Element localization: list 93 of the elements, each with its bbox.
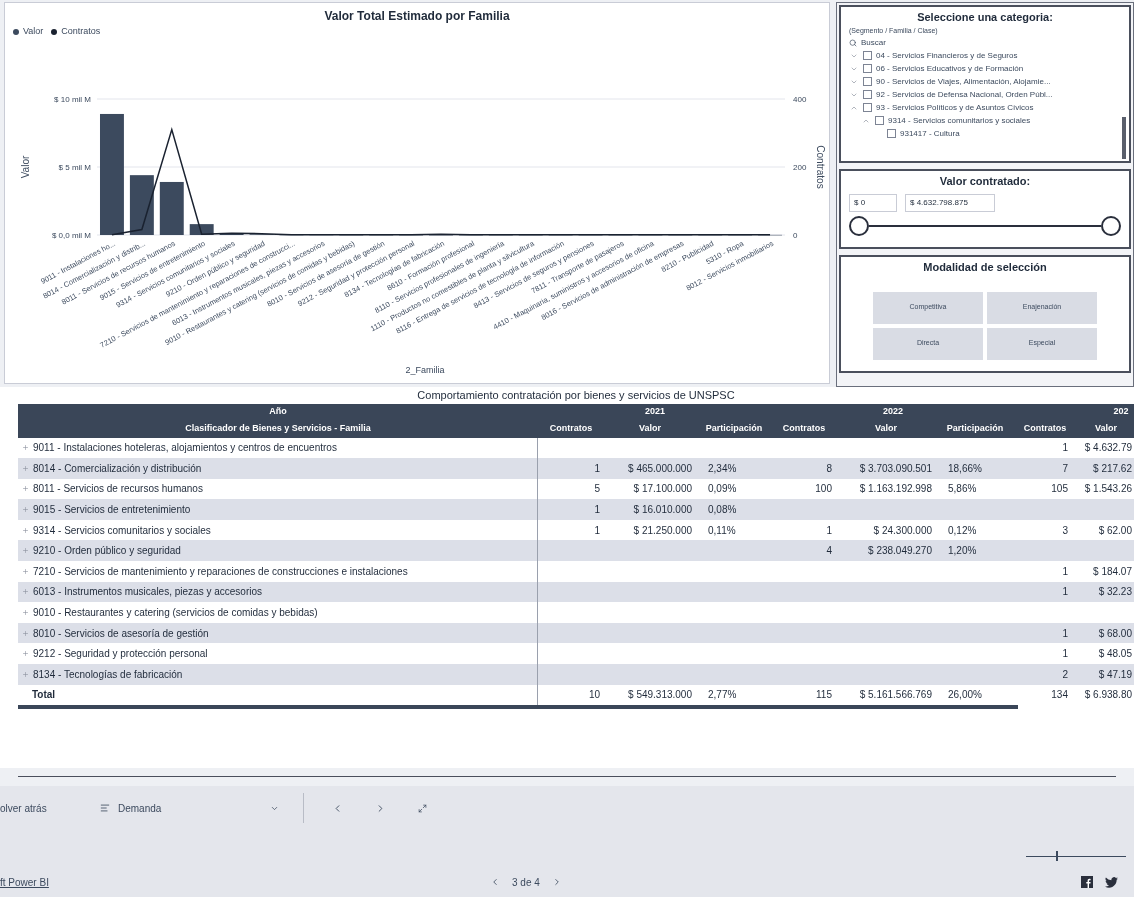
row-label: 7210 - Servicios de mantenimiento y reparaciones de construcciones e instalaciones xyxy=(33,564,408,579)
table-cell-text: 1 xyxy=(1062,564,1068,579)
table-cell-text: $ 465.000.000 xyxy=(628,461,692,476)
table-cell-text: $ 1.543.26 xyxy=(1084,482,1132,497)
column-header: 2021 xyxy=(645,404,665,418)
column-header: 2022 xyxy=(883,404,903,418)
table-cell-text: $ 21.250.000 xyxy=(633,523,692,538)
row-label: 9212 - Seguridad y protección personal xyxy=(33,647,208,662)
table-cell-text: 115 xyxy=(816,688,832,703)
column-header: 202 xyxy=(1113,404,1129,418)
table-cell-text: 1,20% xyxy=(948,544,977,559)
legend-label: Valor xyxy=(23,25,44,38)
table-cell-text: $ 3.703.090.501 xyxy=(859,461,932,476)
row-label: Total xyxy=(32,688,56,703)
table-cell-text: 18,66% xyxy=(948,461,982,476)
table-cell-text: $ 17.100.000 xyxy=(633,482,692,497)
column-header: Contratos xyxy=(549,421,593,435)
table-cell-text: 1 xyxy=(594,503,600,518)
table-cell-text: 134 xyxy=(1051,688,1068,703)
table-cell-text: 1 xyxy=(594,523,600,538)
column-header: Valor xyxy=(875,421,897,435)
table-cell-text: 0,11% xyxy=(708,523,736,538)
row-label: 9011 - Instalaciones hoteleras, alojamientos y centros de encuentros xyxy=(33,441,337,456)
y-tick-label: 200 xyxy=(793,162,807,172)
table-cell-text: $ 5.161.566.769 xyxy=(859,688,932,703)
y-axis-title: Valor xyxy=(20,155,31,178)
column-header: Contratos xyxy=(782,421,826,435)
row-label: 8134 - Tecnologías de fabricación xyxy=(33,667,183,682)
row-label: 6013 - Instrumentos musicales, piezas y accesorios xyxy=(33,585,262,600)
table-cell-text: $ 1.163.192.998 xyxy=(859,482,932,497)
table-cell-text: 0,09% xyxy=(708,482,737,497)
table-cell-text: $ 24.300.000 xyxy=(873,523,932,538)
table-cell-text: $ 217.62 xyxy=(1093,461,1132,476)
slicer-title: Valor contratado: xyxy=(939,174,1031,189)
table-cell-text: 2,77% xyxy=(708,688,737,703)
table-title: Comportamiento contratación por bienes y servicios de UNSPSC xyxy=(417,388,735,403)
table-cell-text: 1 xyxy=(1062,441,1068,456)
table-cell-text: 1 xyxy=(1062,585,1068,600)
page-indicator: 3 de 4 xyxy=(512,875,540,890)
table-cell-text: 1 xyxy=(594,461,600,476)
row-label: 9010 - Restaurantes y catering (servicios de comidas y bebidas) xyxy=(33,606,318,621)
table-cell-text: $ 16.010.000 xyxy=(633,503,692,518)
column-header: Valor xyxy=(639,421,661,435)
chart-title: Valor Total Estimado por Familia xyxy=(324,8,510,25)
row-label: 8011 - Servicios de recursos humanos xyxy=(33,482,203,497)
row-label: 8014 - Comercialización y distribución xyxy=(33,461,202,476)
table-cell-text: $ 62.00 xyxy=(1098,523,1132,538)
column-header: Participación xyxy=(705,421,763,435)
table-cell-text: $ 6.938.80 xyxy=(1084,688,1132,703)
table-cell-text: $ 47.19 xyxy=(1098,667,1132,682)
legend-label: Contratos xyxy=(61,25,101,38)
table-cell-text: 0,12% xyxy=(948,523,977,538)
y-tick-label: 0 xyxy=(793,230,798,240)
table-cell-text: 105 xyxy=(1051,482,1068,497)
table-cell-text: 4 xyxy=(826,544,832,559)
column-header: Contratos xyxy=(1023,421,1067,435)
table-cell-text: 26,00% xyxy=(948,688,982,703)
table-cell-text: 100 xyxy=(815,482,832,497)
row-label: 9210 - Orden público y seguridad xyxy=(33,544,181,559)
table-cell-text: $ 4.632.79 xyxy=(1084,441,1132,456)
column-header: Clasificador de Bienes y Servicios - Familia xyxy=(185,421,371,435)
y-tick-label: $ 10 mil M xyxy=(54,94,91,104)
slicer-title: Seleccione una categoria: xyxy=(917,10,1053,25)
table-cell-text: 5,86% xyxy=(948,482,977,497)
table-cell-text: $ 184.07 xyxy=(1093,564,1132,579)
table-cell-text: $ 549.313.000 xyxy=(628,688,692,703)
column-header: Participación xyxy=(946,421,1004,435)
table-cell-text: 10 xyxy=(588,688,600,703)
table-cell-text: $ 32.23 xyxy=(1098,585,1132,600)
table-cell-text: 1 xyxy=(1062,626,1068,641)
row-label: 8010 - Servicios de asesoría de gestión xyxy=(33,626,209,641)
slicer-title: Modalidad de selección xyxy=(923,260,1047,275)
table-cell-text: 7 xyxy=(1062,461,1068,476)
table-cell-text: 5 xyxy=(594,482,600,497)
y-tick-label: $ 5 mil M xyxy=(58,162,91,172)
y-axis-title: Contratos xyxy=(815,144,825,189)
table-cell-text: 1 xyxy=(826,523,832,538)
table-cell-text: 0,08% xyxy=(708,503,737,518)
table-cell-text: 3 xyxy=(1062,523,1068,538)
row-label: 9314 - Servicios comunitarios y sociales xyxy=(33,523,211,538)
table-cell-text: $ 48.05 xyxy=(1098,647,1132,662)
table-cell-text: 8 xyxy=(826,461,832,476)
row-label: 9015 - Servicios de entretenimiento xyxy=(33,503,191,518)
table-cell-text: 2,34% xyxy=(708,461,737,476)
table-cell-text: $ 68.00 xyxy=(1098,626,1132,641)
y-tick-label: 400 xyxy=(793,94,807,104)
column-header: Valor xyxy=(1095,421,1117,435)
y-tick-label: $ 0,0 mil M xyxy=(51,230,91,240)
table-cell-text: 2 xyxy=(1062,667,1068,682)
column-header: Año xyxy=(269,404,287,418)
x-axis-title: 2_Familia xyxy=(405,364,445,375)
table-cell-text: $ 238.049.270 xyxy=(868,544,932,559)
table-cell-text: 1 xyxy=(1062,647,1068,662)
